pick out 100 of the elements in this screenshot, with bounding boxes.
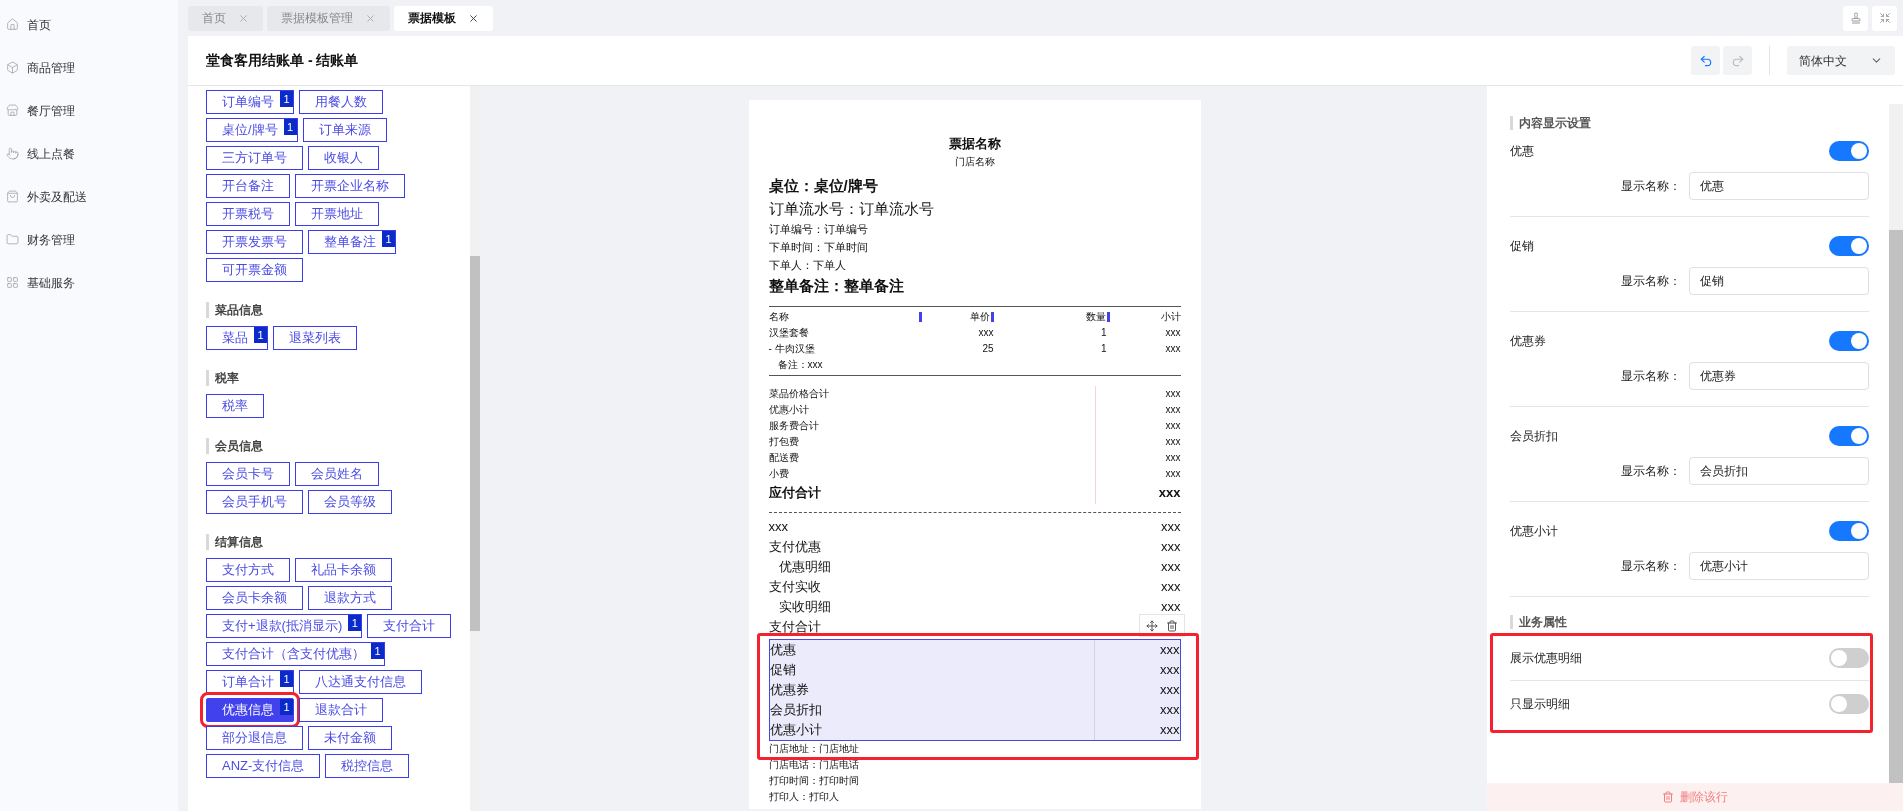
field-tag[interactable]: 开票发票号: [206, 230, 303, 254]
field-tag[interactable]: 退菜列表: [273, 326, 357, 350]
field-tag[interactable]: 三方订单号: [206, 146, 303, 170]
sidebar-item[interactable]: 财务管理: [0, 218, 178, 261]
payment-value: xxx: [1161, 578, 1181, 596]
receipt-line: 订单流水号：订单流水号: [768, 199, 935, 219]
field-tag[interactable]: 订单编号 1: [206, 90, 294, 114]
sidebar-item[interactable]: 餐厅管理: [0, 89, 178, 132]
field-tag[interactable]: 订单合计 1: [206, 670, 294, 694]
toggle-switch[interactable]: [1829, 694, 1869, 714]
sidebar-item[interactable]: 线上点餐: [0, 132, 178, 175]
payment-value: xxx: [1161, 538, 1181, 556]
sidebar-item[interactable]: 基础服务: [0, 261, 178, 304]
field-tag[interactable]: 礼品卡余额: [295, 558, 392, 582]
field-tag[interactable]: 整单备注 1: [308, 230, 396, 254]
setting-label: 优惠券: [1510, 333, 1546, 350]
field-tag[interactable]: 未付金额: [308, 726, 392, 750]
field-tag[interactable]: 部分退信息: [206, 726, 303, 750]
toggle-switch[interactable]: [1829, 331, 1869, 351]
total-value: xxx: [1094, 450, 1181, 466]
discount-value: xxx: [1093, 700, 1180, 720]
field-tag[interactable]: 开票税号: [206, 202, 290, 226]
folder-icon: [6, 233, 19, 246]
shrink-icon: [1878, 12, 1891, 24]
field-tag[interactable]: 会员姓名: [295, 462, 379, 486]
field-tag[interactable]: 税率: [206, 394, 264, 418]
total-label: 服务费合计: [768, 419, 820, 433]
field-tag[interactable]: 桌位/牌号 1: [206, 118, 298, 142]
column-marker[interactable]: [918, 312, 922, 322]
field-tag[interactable]: 订单来源: [302, 118, 387, 142]
field-tag[interactable]: 退款方式: [308, 586, 392, 610]
field-tag[interactable]: 开票地址: [295, 202, 379, 226]
table-cell-text: xxx: [1164, 342, 1181, 356]
payment-label: xxx: [768, 518, 788, 536]
discount-value: xxx: [1093, 640, 1180, 660]
setting-label: 展示优惠明细: [1510, 649, 1582, 667]
field-label: 显示名称：: [1621, 178, 1681, 195]
sidebar-item[interactable]: 商品管理: [0, 46, 178, 89]
field-tag[interactable]: 开票企业名称: [295, 174, 405, 198]
selected-block[interactable]: 优惠 xxx 促销 xxx 优惠券 xxx 会员折扣 xxx 优惠小计 xxx: [768, 639, 1181, 741]
store-icon: [6, 104, 19, 117]
field-tag[interactable]: 支付合计: [367, 614, 452, 638]
scrollbar[interactable]: [470, 86, 480, 811]
trash-icon[interactable]: [1165, 619, 1178, 632]
tab[interactable]: 票据模板: [394, 5, 493, 31]
field-tag[interactable]: 可开票金额: [206, 258, 303, 282]
name-input[interactable]: 会员折扣: [1689, 457, 1869, 485]
field-tag[interactable]: 会员卡号: [206, 462, 290, 486]
field-label: 显示名称：: [1621, 463, 1681, 480]
receipt-line: 打印人：打印人: [768, 790, 840, 804]
scrollbar[interactable]: [1889, 104, 1903, 783]
toggle-switch[interactable]: [1829, 647, 1869, 668]
receipt-line: 门店电话：门店电话: [768, 758, 860, 772]
sidebar-item[interactable]: 外卖及配送: [0, 175, 178, 218]
field-tag[interactable]: 支付+退款(抵消显示) 1: [206, 614, 363, 638]
field-tag[interactable]: 税控信息: [325, 754, 410, 778]
field-tag[interactable]: 收银人: [308, 146, 379, 170]
table-cell-text: 1: [1099, 326, 1108, 340]
setting-label: 会员折扣: [1510, 428, 1558, 445]
count-badge: 1: [348, 615, 362, 631]
field-tag[interactable]: 会员等级: [308, 490, 392, 514]
field-tag[interactable]: 退款合计: [299, 698, 383, 722]
field-tag[interactable]: 菜品 1: [206, 326, 268, 350]
name-input[interactable]: 优惠券: [1689, 362, 1869, 390]
field-tag[interactable]: 会员卡余额: [206, 586, 303, 610]
house-icon: [6, 18, 19, 31]
field-label: 显示名称：: [1621, 558, 1681, 575]
toggle-switch[interactable]: [1829, 426, 1869, 446]
receipt-line: 整单备注：整单备注: [768, 276, 905, 296]
move-icon[interactable]: [1145, 619, 1158, 632]
setting-label: 只显示明细: [1510, 696, 1570, 713]
field-tag[interactable]: 支付方式: [206, 558, 290, 582]
column-marker[interactable]: [1106, 312, 1110, 322]
field-tag[interactable]: 八达通支付信息: [299, 670, 422, 694]
field-tag[interactable]: ANZ-支付信息: [206, 754, 321, 778]
name-input[interactable]: 促销: [1689, 267, 1869, 295]
field-label: 显示名称：: [1621, 368, 1681, 385]
toggle-switch[interactable]: [1829, 521, 1869, 541]
toggle-switch[interactable]: [1829, 141, 1869, 161]
receipt-line: 下单时间：下单时间: [768, 240, 869, 255]
column-header: 数量: [1085, 310, 1106, 324]
toggle-switch[interactable]: [1829, 236, 1869, 256]
language-select[interactable]: 简体中文: [1787, 46, 1895, 75]
setting-label: 促销: [1510, 238, 1534, 255]
name-input[interactable]: 优惠小计: [1689, 552, 1869, 580]
sidebar-item[interactable]: 首页: [0, 3, 178, 46]
total-value: xxx: [1094, 418, 1181, 434]
field-tag[interactable]: 开台备注: [206, 174, 290, 198]
column-marker[interactable]: [990, 312, 994, 322]
hand-pointer-icon: [6, 147, 19, 160]
discount-label: 促销: [769, 661, 797, 679]
field-tag[interactable]: 会员手机号: [206, 490, 303, 514]
undo-button[interactable]: [1691, 46, 1720, 75]
name-input[interactable]: 优惠: [1689, 172, 1869, 200]
field-tag[interactable]: 用餐人数: [299, 90, 383, 114]
section-title: 业务属性: [1510, 615, 1869, 629]
receipt-line: 下单人：下单人: [768, 258, 847, 273]
exit-fullscreen-button[interactable]: [1872, 5, 1897, 31]
field-tag[interactable]: 支付合计（含支付优惠） 1: [206, 642, 385, 666]
close-icon[interactable]: [468, 12, 479, 24]
